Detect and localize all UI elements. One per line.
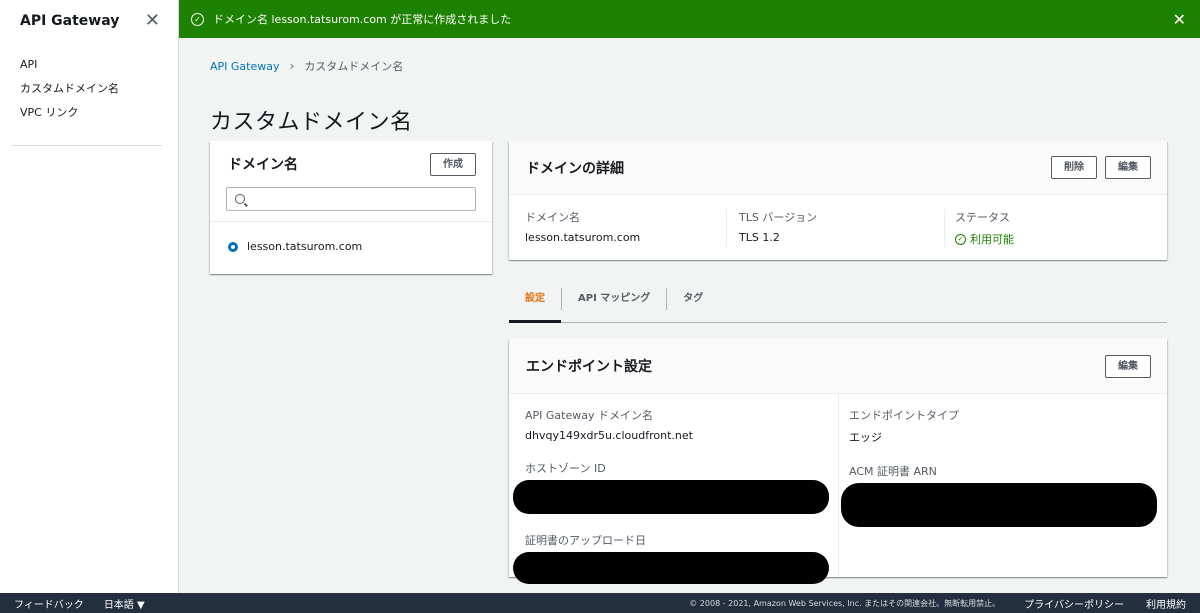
field-label: エンドポイントタイプ	[849, 409, 959, 422]
search-input[interactable]	[253, 193, 467, 205]
endpoint-right-column: エンドポイントタイプ エッジ ACM 証明書 ARN	[838, 394, 1167, 577]
field-label: ドメイン名	[525, 211, 580, 224]
endpoint-left-column: API Gateway ドメイン名 dhvqy149xdr5u.cloudfro…	[509, 394, 838, 584]
edit-button[interactable]: 編集	[1105, 156, 1151, 179]
check-circle-icon: ✓	[955, 233, 966, 245]
tls-version-field: TLS バージョン TLS 1.2	[726, 209, 944, 247]
endpoint-config-title: エンドポイント設定	[526, 359, 652, 375]
sidebar-divider	[12, 145, 162, 146]
sidebar-item-vpc-link[interactable]: VPC リンク	[0, 104, 178, 128]
close-icon[interactable]: ✕	[145, 12, 160, 30]
acm-arn-field: ACM 証明書 ARN	[841, 463, 1167, 527]
redacted-upload-date	[513, 552, 829, 584]
tabs: 設定 API マッピング タグ	[509, 285, 1167, 323]
field-label: 証明書のアップロード日	[525, 534, 646, 547]
language-selector[interactable]: 日本語 ▼	[104, 596, 145, 611]
copyright: © 2008 - 2021, Amazon Web Services, Inc.…	[689, 598, 1001, 608]
tab-tags[interactable]: タグ	[667, 285, 719, 313]
success-flash-bar: ✓ ドメイン名 lesson.tatsurom.com が正常に作成されました …	[179, 0, 1200, 38]
field-value: TLS 1.2	[739, 231, 780, 244]
footer: フィードバック 日本語 ▼ © 2008 - 2021, Amazon Web …	[0, 593, 1200, 613]
sidebar-item-api[interactable]: API	[0, 56, 178, 80]
hosted-zone-field: ホストゾーン ID	[513, 460, 838, 514]
domain-name: lesson.tatsurom.com	[247, 240, 363, 253]
domain-list-panel: ドメイン名 作成 lesson.tatsurom.com	[210, 141, 492, 274]
redacted-acm-arn	[841, 483, 1157, 527]
delete-button[interactable]: 削除	[1051, 156, 1097, 179]
chevron-right-icon: ›	[289, 59, 295, 73]
upload-date-field: 証明書のアップロード日	[513, 532, 838, 584]
tab-api-mappings[interactable]: API マッピング	[562, 285, 666, 313]
field-value: エッジ	[849, 431, 882, 444]
edit-endpoint-button[interactable]: 編集	[1105, 354, 1151, 378]
sidebar-title[interactable]: API Gateway	[20, 13, 119, 29]
list-item[interactable]: lesson.tatsurom.com	[228, 240, 474, 253]
endpoint-config-panel: エンドポイント設定 編集 API Gateway ドメイン名 dhvqy149x…	[509, 339, 1167, 584]
field-label: ホストゾーン ID	[525, 462, 606, 475]
status-field: ステータス ✓ 利用可能	[944, 209, 1164, 247]
search-icon	[235, 194, 245, 204]
endpoint-config-header: エンドポイント設定 編集	[509, 339, 1167, 394]
field-label: API Gateway ドメイン名	[525, 409, 653, 422]
status-badge: ✓ 利用可能	[955, 231, 1164, 247]
create-button[interactable]: 作成	[430, 152, 476, 176]
page-title: カスタムドメイン名	[210, 110, 413, 135]
endpoint-fields: API Gateway ドメイン名 dhvqy149xdr5u.cloudfro…	[509, 394, 1167, 584]
dismiss-icon[interactable]: ✕	[1173, 10, 1186, 29]
field-label: ステータス	[955, 211, 1010, 224]
breadcrumb-api-gateway[interactable]: API Gateway	[210, 60, 280, 73]
field-value: dhvqy149xdr5u.cloudfront.net	[525, 429, 693, 442]
tab-settings[interactable]: 設定	[509, 285, 561, 323]
sidebar: API Gateway ✕ API カスタムドメイン名 VPC リンク	[0, 0, 179, 593]
check-circle-icon: ✓	[191, 12, 204, 26]
footer-links: プライバシーポリシー 利用規約	[1024, 596, 1186, 611]
redacted-hosted-zone-id	[513, 480, 829, 514]
status-value: 利用可能	[970, 233, 1014, 246]
domain-detail-panel: ドメインの詳細 削除 編集 ドメイン名 lesson.tatsurom.com …	[509, 141, 1167, 260]
domain-detail-title: ドメインの詳細	[526, 160, 624, 177]
radio-selected[interactable]	[228, 241, 238, 252]
endpoint-type-field: エンドポイントタイプ エッジ	[849, 407, 1167, 445]
domain-list: lesson.tatsurom.com	[210, 221, 492, 271]
field-label: TLS バージョン	[739, 211, 818, 224]
domain-detail-fields: ドメイン名 lesson.tatsurom.com TLS バージョン TLS …	[509, 195, 1167, 247]
breadcrumb: API Gateway › カスタムドメイン名	[210, 58, 403, 74]
sidebar-nav: API カスタムドメイン名 VPC リンク	[0, 42, 178, 128]
privacy-policy-link[interactable]: プライバシーポリシー	[1024, 596, 1124, 611]
field-value: lesson.tatsurom.com	[525, 231, 641, 244]
search-box[interactable]	[226, 187, 476, 211]
domain-detail-header: ドメインの詳細 削除 編集	[509, 141, 1167, 195]
domain-list-title: ドメイン名	[228, 157, 298, 173]
field-label: ACM 証明書 ARN	[849, 465, 937, 478]
footer-left: フィードバック 日本語 ▼	[14, 596, 145, 611]
sidebar-item-custom-domain-names[interactable]: カスタムドメイン名	[0, 80, 178, 104]
domain-list-header: ドメイン名 作成	[210, 141, 492, 187]
domain-name-field: ドメイン名 lesson.tatsurom.com	[509, 209, 726, 247]
gateway-domain-field: API Gateway ドメイン名 dhvqy149xdr5u.cloudfro…	[525, 407, 838, 442]
sidebar-header: API Gateway ✕	[0, 0, 178, 42]
terms-link[interactable]: 利用規約	[1146, 596, 1186, 611]
flash-message: ドメイン名 lesson.tatsurom.com が正常に作成されました	[213, 13, 512, 26]
breadcrumb-current: カスタムドメイン名	[304, 60, 404, 73]
feedback-link[interactable]: フィードバック	[14, 596, 84, 611]
